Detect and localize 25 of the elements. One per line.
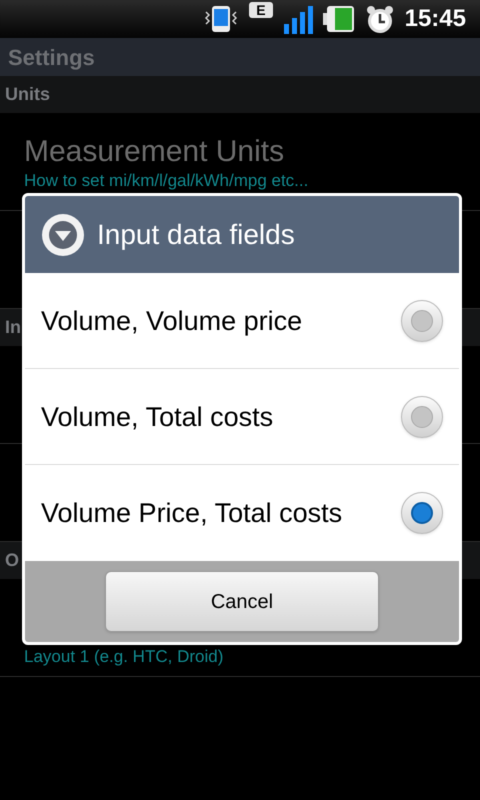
setting-summary: How to set mi/km/l/gal/kWh/mpg etc...: [24, 170, 310, 192]
cancel-button[interactable]: Cancel: [105, 571, 379, 632]
section-header: O: [5, 549, 20, 572]
vibrate-icon: [203, 4, 240, 34]
setting-title: Measurement Units: [24, 134, 286, 170]
option-row[interactable]: Volume, Total costs: [25, 369, 459, 465]
radio-button[interactable]: [401, 492, 443, 534]
clock-time: 15:45: [404, 4, 466, 34]
option-label: Volume Price, Total costs: [41, 497, 344, 530]
alarm-clock-icon: [364, 4, 395, 34]
dialog-title: Input data fields: [97, 218, 295, 252]
section-header: In: [5, 316, 21, 339]
screen-title: Settings: [8, 44, 95, 72]
dropdown-circle-icon: [41, 212, 85, 256]
radio-button[interactable]: [401, 300, 443, 342]
section-header: Units: [5, 83, 50, 106]
battery-icon: [322, 5, 355, 33]
option-row[interactable]: Volume Price, Total costs: [25, 465, 459, 561]
setting-summary: Layout 1 (e.g. HTC, Droid): [24, 646, 224, 668]
signal-icon: [282, 4, 313, 34]
option-row[interactable]: Volume, Volume price: [25, 273, 459, 369]
network-badge: E: [249, 2, 273, 18]
option-label: Volume, Total costs: [41, 400, 274, 434]
radio-button[interactable]: [401, 396, 443, 438]
option-label: Volume, Volume price: [41, 304, 304, 338]
